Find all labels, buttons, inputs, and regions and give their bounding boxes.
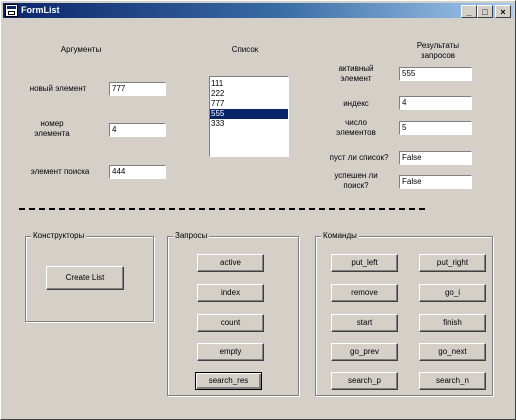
dashed-divider	[19, 208, 425, 210]
create-list-button[interactable]: Create List	[46, 266, 124, 290]
item-number-label: номер элемента	[34, 119, 70, 138]
index-button[interactable]: index	[197, 284, 264, 302]
search-res-button[interactable]: search_res	[195, 372, 262, 390]
new-item-label: новый элемент	[29, 84, 87, 93]
count-field[interactable]: 5	[399, 121, 472, 135]
app-icon[interactable]	[5, 4, 18, 17]
active-item-label: активный элемент	[338, 64, 374, 83]
is-empty-label: пуст ли список?	[329, 153, 389, 162]
form-window: FormList _ □ × Аргументы Список Результа…	[0, 0, 516, 420]
go-i-button[interactable]: go_i	[419, 284, 486, 302]
window-title: FormList	[21, 5, 60, 15]
count-label: число элементов	[336, 118, 376, 137]
search-success-label: успешен ли поиск?	[334, 171, 378, 190]
put-left-button[interactable]: put_left	[331, 254, 398, 272]
finish-button[interactable]: finish	[419, 314, 486, 332]
remove-button[interactable]: remove	[331, 284, 398, 302]
put-right-button[interactable]: put_right	[419, 254, 486, 272]
go-next-button[interactable]: go_next	[419, 343, 486, 361]
maximize-button[interactable]: □	[477, 5, 493, 18]
search-item-field[interactable]: 444	[109, 165, 166, 179]
list-item[interactable]: 777	[210, 99, 288, 109]
search-success-field[interactable]: False	[399, 175, 472, 189]
title-bar[interactable]: FormList _ □ ×	[3, 3, 513, 18]
index-label: индекс	[343, 99, 369, 108]
minimize-button[interactable]: _	[461, 5, 477, 18]
active-button[interactable]: active	[197, 254, 264, 272]
list-item[interactable]: 111	[210, 79, 288, 89]
commands-group-title: Команды	[321, 231, 359, 241]
index-field[interactable]: 4	[399, 96, 472, 110]
close-button[interactable]: ×	[495, 5, 511, 18]
list-item-selected[interactable]: 555	[210, 109, 288, 119]
arguments-header: Аргументы	[60, 45, 102, 54]
search-n-button[interactable]: search_n	[419, 372, 486, 390]
count-button[interactable]: count	[197, 314, 264, 332]
queries-group-title: Запросы	[173, 231, 210, 241]
new-item-field[interactable]: 777	[109, 82, 166, 96]
items-listbox[interactable]: 111 222 777 555 333	[209, 76, 289, 157]
results-header: Результаты запросов	[416, 41, 460, 60]
list-item[interactable]: 222	[210, 89, 288, 99]
item-number-field[interactable]: 4	[109, 123, 166, 137]
active-item-field[interactable]: 555	[399, 67, 472, 81]
list-item[interactable]: 333	[210, 119, 288, 129]
is-empty-field[interactable]: False	[399, 151, 472, 165]
search-item-label: элемент поиска	[30, 167, 90, 176]
list-header: Список	[231, 45, 259, 54]
go-prev-button[interactable]: go_prev	[331, 343, 398, 361]
start-button[interactable]: start	[331, 314, 398, 332]
search-p-button[interactable]: search_p	[331, 372, 398, 390]
empty-button[interactable]: empty	[197, 343, 264, 361]
constructors-group-title: Конструкторы	[31, 231, 87, 241]
